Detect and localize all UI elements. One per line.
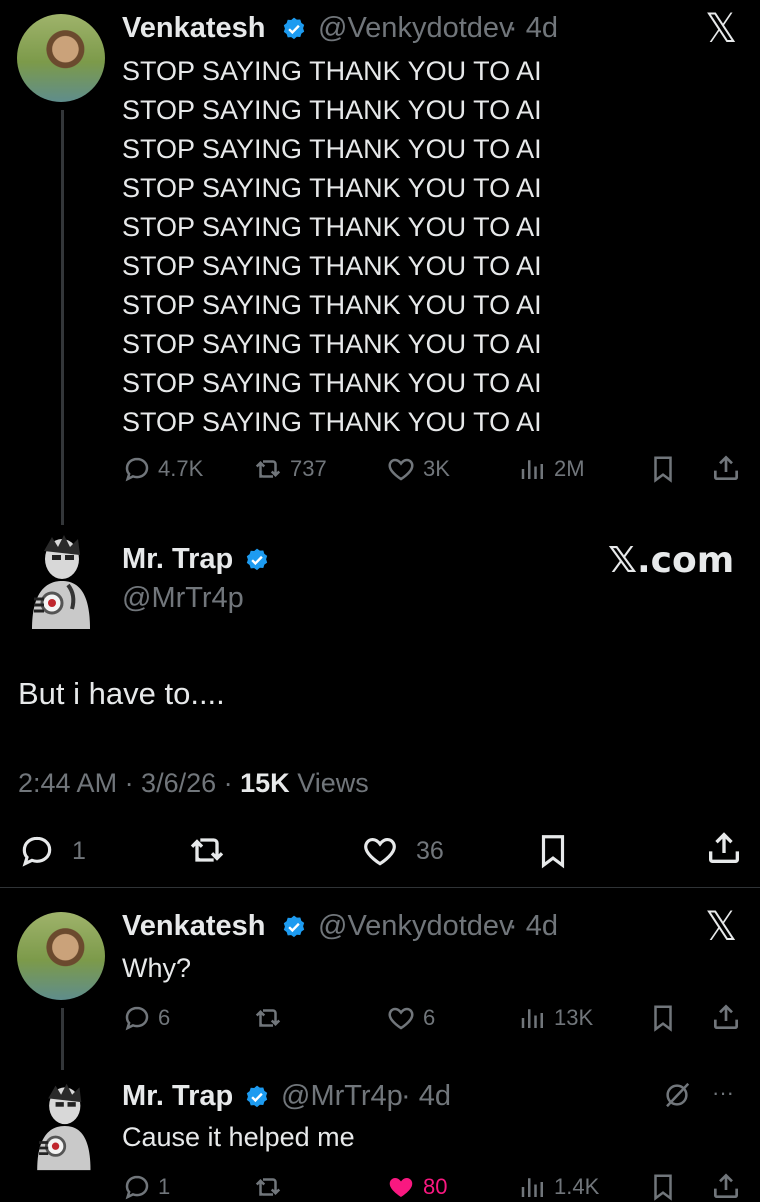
views-label: Views: [297, 768, 369, 798]
reply-icon: [22, 836, 52, 867]
views-count: 15K: [240, 768, 290, 798]
tweet-line: STOP SAYING THANK YOU TO AI: [122, 407, 542, 437]
repost-icon[interactable]: [252, 1172, 284, 1202]
bookmark-icon[interactable]: [534, 832, 572, 870]
tweet-text: Cause it helped me: [122, 1122, 355, 1152]
tweet-line: STOP SAYING THANK YOU TO AI: [122, 290, 542, 320]
tweet-line: STOP SAYING THANK YOU TO AI: [122, 329, 542, 359]
verified-badge-icon: [283, 915, 305, 938]
reply-button[interactable]: 4.7K: [122, 454, 203, 484]
author-handle[interactable]: @MrTr4p: [281, 1080, 403, 1113]
share-icon[interactable]: [710, 1001, 742, 1033]
views-count: 13K: [554, 1005, 594, 1030]
like-count: 3K: [423, 456, 450, 481]
x-logo-icon: 𝕏: [705, 6, 738, 52]
post-time: · 4d: [401, 1080, 451, 1112]
reply-icon: [125, 1175, 149, 1200]
heart-icon: [388, 1007, 414, 1030]
tweet-text: Why?: [122, 953, 192, 983]
more-options-button[interactable]: ···: [712, 1080, 734, 1106]
bookmark-icon[interactable]: [648, 454, 678, 484]
verified-badge-icon: [283, 17, 305, 40]
post-time: · 4d: [508, 910, 558, 942]
heart-icon: [388, 458, 414, 481]
thread-line: [61, 1008, 64, 1070]
post-meta: 2:44 AM · 3/6/26 · 15K Views: [18, 768, 369, 799]
reply-button[interactable]: 1: [18, 832, 86, 870]
author-name[interactable]: Mr. Trap: [122, 1080, 233, 1113]
views-button[interactable]: 1.4K: [518, 1172, 599, 1202]
analytics-icon: [521, 1009, 543, 1028]
analytics-icon: [521, 1178, 543, 1197]
tweet-line: STOP SAYING THANK YOU TO AI: [122, 173, 542, 203]
thread-line: [61, 110, 64, 525]
reply-count: 1: [72, 836, 86, 865]
reply-count: 4.7K: [158, 456, 204, 481]
post-timestamp: 2:44 AM · 3/6/26 ·: [18, 768, 233, 798]
tweet-line: STOP SAYING THANK YOU TO AI: [122, 212, 542, 242]
views-count: 1.4K: [554, 1174, 600, 1199]
like-count: 36: [416, 836, 444, 865]
reply-icon: [125, 1006, 149, 1031]
heart-filled-icon: [389, 1178, 413, 1197]
author-name[interactable]: Venkatesh: [122, 12, 265, 45]
brand-watermark: 𝕏.com: [608, 540, 735, 581]
tweet-line: STOP SAYING THANK YOU TO AI: [122, 368, 542, 398]
share-icon[interactable]: [710, 452, 742, 484]
author-name[interactable]: Mr. Trap: [122, 543, 233, 576]
reply-count: 6: [158, 1005, 171, 1030]
views-button[interactable]: 2M: [518, 454, 585, 484]
views-button[interactable]: 13K: [518, 1003, 593, 1033]
reply-count: 1: [158, 1174, 171, 1199]
tweet-line: STOP SAYING THANK YOU TO AI: [122, 95, 542, 125]
author-name[interactable]: Venkatesh: [122, 910, 265, 943]
repost-icon[interactable]: [252, 1003, 284, 1033]
views-count: 2M: [554, 456, 585, 481]
repost-count: 737: [290, 456, 327, 481]
repost-icon: [255, 460, 281, 478]
like-count: 6: [423, 1005, 436, 1030]
reply-icon: [125, 457, 149, 482]
share-icon[interactable]: [710, 1170, 742, 1202]
reply-button[interactable]: 6: [122, 1003, 170, 1033]
grok-icon[interactable]: [662, 1080, 692, 1110]
avatar-venkatesh[interactable]: [17, 912, 105, 1000]
x-logo-icon: 𝕏: [705, 904, 738, 950]
author-handle[interactable]: @Venkydotdev: [318, 910, 514, 943]
like-button[interactable]: 3K: [385, 454, 450, 484]
tweet-line: STOP SAYING THANK YOU TO AI: [122, 56, 542, 86]
analytics-icon: [521, 460, 543, 479]
avatar-mrtrap[interactable]: [28, 1080, 96, 1172]
author-handle[interactable]: @MrTr4p: [122, 582, 244, 615]
repost-button[interactable]: 737: [252, 454, 327, 484]
like-button[interactable]: 6: [385, 1003, 435, 1033]
share-icon[interactable]: [704, 828, 744, 868]
author-handle[interactable]: @Venkydotdev: [318, 12, 514, 45]
post-time: · 4d: [508, 12, 558, 44]
divider: [0, 887, 760, 888]
like-button[interactable]: 80: [385, 1172, 447, 1202]
bookmark-icon[interactable]: [648, 1172, 678, 1202]
tweet-line: STOP SAYING THANK YOU TO AI: [122, 134, 542, 164]
like-count: 80: [423, 1174, 448, 1199]
heart-icon: [364, 838, 396, 866]
repost-icon[interactable]: [186, 830, 228, 870]
avatar-mrtrap[interactable]: [22, 533, 96, 629]
tweet-line: STOP SAYING THANK YOU TO AI: [122, 251, 542, 281]
reply-button[interactable]: 1: [122, 1172, 170, 1202]
avatar-venkatesh[interactable]: [17, 14, 105, 102]
verified-badge-icon: [246, 1085, 268, 1108]
like-button[interactable]: 36: [360, 832, 444, 870]
tweet-text: But i have to....: [18, 676, 225, 711]
bookmark-icon[interactable]: [648, 1003, 678, 1033]
verified-badge-icon: [246, 548, 268, 571]
